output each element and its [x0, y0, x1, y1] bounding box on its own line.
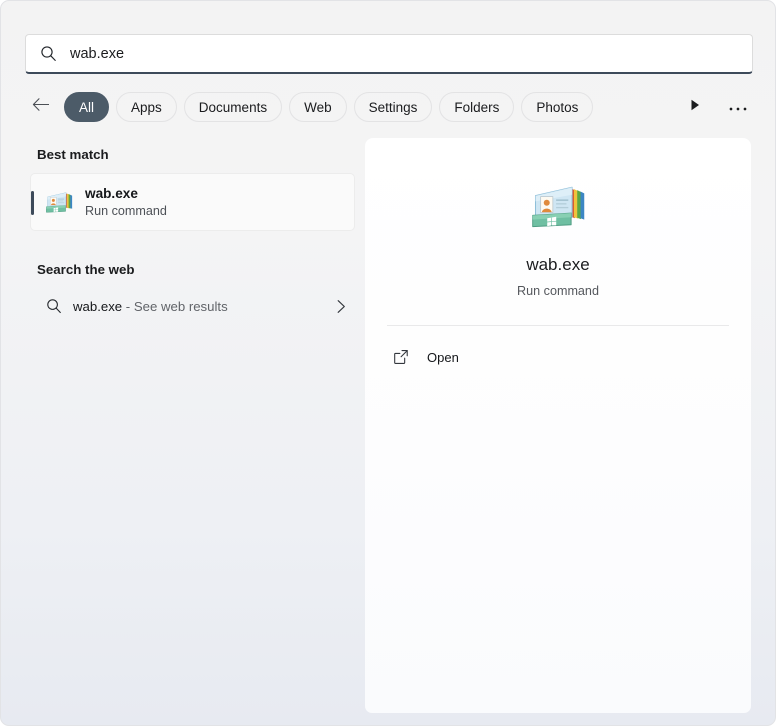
best-match-text: wab.exe Run command: [85, 185, 167, 220]
best-match-result-item[interactable]: wab.exe Run command: [30, 173, 355, 231]
filter-chip-apps[interactable]: Apps: [116, 92, 177, 122]
search-input[interactable]: [70, 35, 752, 72]
filter-chip-photos[interactable]: Photos: [521, 92, 594, 122]
arrow-left-icon: [32, 97, 51, 117]
preview-actions: Open: [365, 340, 751, 374]
filter-chip-label: Apps: [131, 99, 162, 115]
search-the-web-section-header: Search the web: [37, 262, 135, 277]
filter-chip-label: Folders: [454, 99, 500, 115]
preview-panel: wab.exe Run command Open: [365, 138, 751, 713]
filter-chip-label: Documents: [198, 99, 268, 115]
back-button[interactable]: [25, 91, 57, 123]
filter-chips-next-button[interactable]: [681, 92, 709, 122]
web-result-label: wab.exe - See web results: [73, 299, 327, 314]
search-box[interactable]: [25, 34, 753, 74]
filter-chip-all[interactable]: All: [64, 92, 110, 122]
best-match-section-header: Best match: [37, 147, 109, 162]
selection-indicator: [31, 191, 34, 215]
best-match-title: wab.exe: [85, 185, 138, 201]
more-options-button[interactable]: [723, 92, 753, 122]
web-result-suffix: - See web results: [122, 298, 228, 314]
preview-title: wab.exe: [526, 255, 590, 274]
best-match-subtitle: Run command: [85, 203, 167, 218]
filter-chip-label: All: [79, 99, 95, 115]
open-action-button[interactable]: Open: [379, 340, 737, 374]
web-result-query: wab.exe: [73, 298, 123, 314]
filter-chip-folders[interactable]: Folders: [439, 92, 515, 122]
ellipsis-icon: [728, 97, 748, 117]
filter-chips-row: All Apps Documents Web Settings Folders …: [25, 90, 753, 124]
open-external-icon: [393, 349, 419, 365]
filter-chip-label: Photos: [536, 99, 579, 115]
filter-chip-documents[interactable]: Documents: [183, 92, 283, 122]
filter-chip-web[interactable]: Web: [289, 92, 347, 122]
preview-divider: [387, 325, 729, 326]
results-column: Best match wab.exe Run command Search th…: [1, 133, 365, 725]
open-action-label: Open: [427, 349, 459, 365]
web-result-item[interactable]: wab.exe - See web results: [30, 287, 355, 325]
search-icon: [26, 45, 70, 62]
search-box-container: [25, 34, 753, 74]
triangle-right-icon: [689, 98, 701, 117]
windows-address-book-icon: [44, 187, 74, 217]
filter-chip-label: Web: [304, 99, 332, 115]
search-icon: [38, 298, 70, 314]
filter-chip-settings[interactable]: Settings: [353, 92, 433, 122]
windows-address-book-icon: [528, 176, 588, 241]
chevron-right-icon[interactable]: [327, 299, 355, 314]
search-window: All Apps Documents Web Settings Folders …: [0, 0, 776, 726]
filter-chip-label: Settings: [368, 99, 418, 115]
preview-icon-wrap: [526, 176, 590, 240]
preview-subtitle: Run command: [517, 284, 599, 298]
